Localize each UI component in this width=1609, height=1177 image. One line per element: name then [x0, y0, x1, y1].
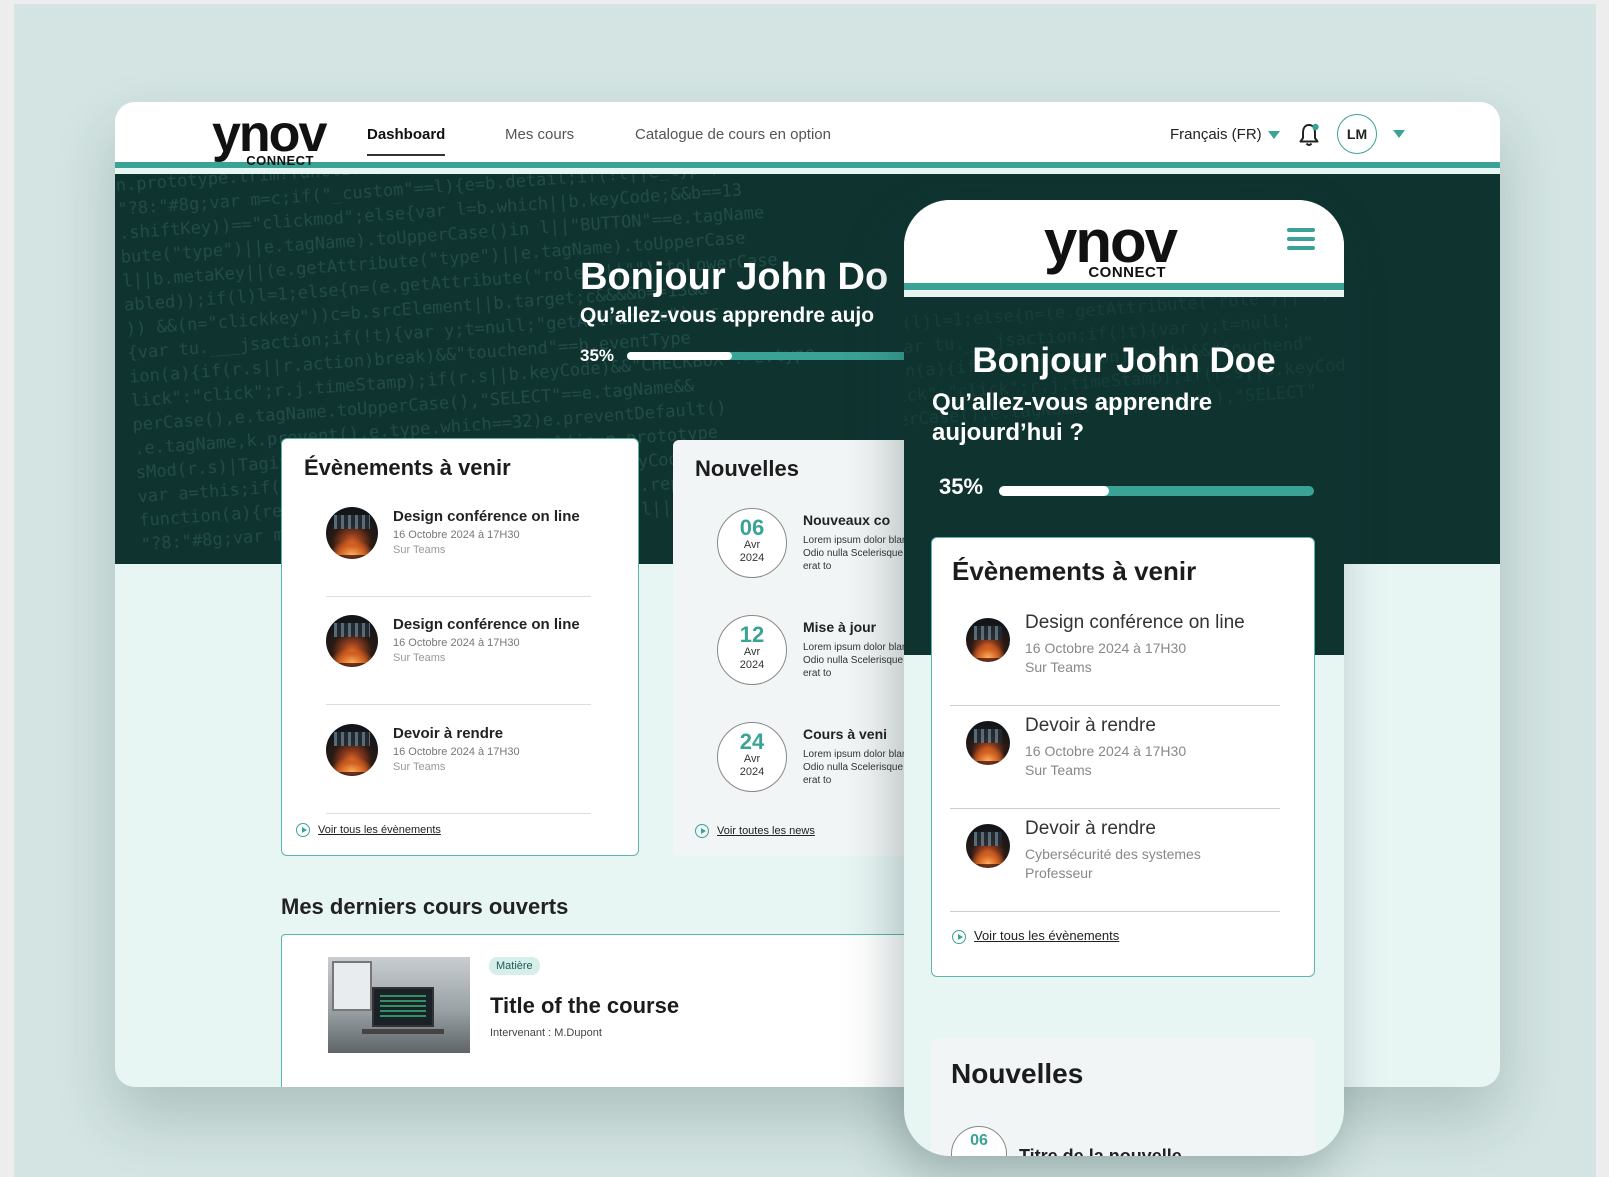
- event-location: Sur Teams: [393, 544, 446, 556]
- event-location: Sur Teams: [1025, 762, 1092, 778]
- news-date-badge: 12 Avr 2024: [717, 615, 787, 685]
- play-circle-icon: [952, 929, 966, 944]
- event-title: Design conférence on line: [393, 616, 580, 633]
- top-navigation-bar: ynov CONNECT Dashboard Mes cours Catalog…: [115, 102, 1500, 168]
- ynov-connect-logo[interactable]: ynov CONNECT: [1044, 212, 1178, 281]
- nav-tab-dashboard[interactable]: Dashboard: [367, 126, 446, 156]
- see-all-events-link[interactable]: Voir tous les évènements: [952, 928, 1119, 944]
- see-all-news-link[interactable]: Voir toutes les news: [695, 824, 815, 838]
- language-selector[interactable]: Français (FR): [1170, 126, 1280, 143]
- mobile-events-title: Évènements à venir: [952, 556, 1197, 586]
- nav-tab-catalogue[interactable]: Catalogue de cours en option: [635, 126, 831, 143]
- course-subject-badge: Matière: [489, 957, 540, 975]
- news-title: Nouveaux co: [803, 512, 891, 528]
- event-title: Devoir à rendre: [1025, 818, 1156, 839]
- course-card[interactable]: Matière Title of the course Intervenant …: [281, 934, 981, 1087]
- greeting-title: Bonjour John Do: [580, 256, 889, 298]
- event-date: 16 Octobre 2024 à 17H30: [393, 746, 520, 758]
- caret-down-icon[interactable]: [1393, 130, 1405, 138]
- mobile-news-card: Nouvelles 06 Titre de la nouvelle: [931, 1038, 1315, 1156]
- progress-bar: [627, 352, 927, 360]
- event-thumbnail: [966, 721, 1010, 765]
- event-thumbnail: [966, 824, 1010, 868]
- event-role: Professeur: [1025, 865, 1093, 881]
- recent-courses-title: Mes derniers cours ouverts: [281, 894, 569, 919]
- user-avatar[interactable]: LM: [1337, 114, 1377, 154]
- bell-icon[interactable]: [1297, 122, 1321, 148]
- event-item[interactable]: Design conférence on line 16 Octobre 202…: [950, 602, 1280, 706]
- course-teacher: Intervenant : M.Dupont: [490, 1027, 602, 1039]
- mobile-dashboard-mockup: ynov CONNECT if(l)l=1;else{n=(e.getAttri…: [904, 200, 1344, 1156]
- news-title: Cours à veni: [803, 726, 888, 742]
- event-item[interactable]: Devoir à rendre 16 Octobre 2024 à 17H30 …: [326, 714, 591, 814]
- event-location: Sur Teams: [393, 761, 446, 773]
- mobile-news-title: Nouvelles: [951, 1058, 1084, 1089]
- event-thumbnail: [326, 615, 378, 667]
- event-thumbnail: [966, 618, 1010, 662]
- greeting-subtitle: Qu’allez-vous apprendre aujo: [580, 304, 875, 327]
- events-card-title: Évènements à venir: [304, 455, 511, 480]
- nav-tab-mes-cours[interactable]: Mes cours: [505, 126, 574, 143]
- event-item[interactable]: Design conférence on line 16 Octobre 202…: [326, 497, 591, 597]
- mobile-greeting-subtitle: Qu’allez-vous apprendre aujourd’hui ?: [932, 389, 1213, 446]
- event-item[interactable]: Devoir à rendre 16 Octobre 2024 à 17H30 …: [950, 705, 1280, 809]
- play-circle-icon: [296, 823, 310, 837]
- event-title: Design conférence on line: [393, 508, 580, 525]
- mobile-progress-percent: 35%: [939, 474, 984, 499]
- event-location: Sur Teams: [393, 652, 446, 664]
- course-thumbnail: [328, 957, 470, 1053]
- event-date: 16 Octobre 2024 à 17H30: [393, 637, 520, 649]
- event-location: Sur Teams: [1025, 659, 1092, 675]
- news-card-title: Nouvelles: [695, 456, 799, 481]
- course-title: Title of the course: [490, 993, 680, 1018]
- caret-down-icon: [1267, 131, 1280, 140]
- event-thumbnail: [326, 724, 378, 776]
- events-card: Évènements à venir Design conférence on …: [281, 438, 639, 856]
- hamburger-menu-icon[interactable]: [1287, 228, 1315, 250]
- news-title: Mise à jour: [803, 619, 877, 635]
- event-item[interactable]: Design conférence on line 16 Octobre 202…: [326, 605, 591, 705]
- event-title: Devoir à rendre: [1025, 715, 1156, 736]
- event-item[interactable]: Devoir à rendre Cybersécurité des system…: [950, 808, 1280, 912]
- event-thumbnail: [326, 507, 378, 559]
- event-date: 16 Octobre 2024 à 17H30: [1025, 640, 1187, 656]
- mobile-progress-bar-fill: [999, 486, 1110, 496]
- mobile-top-bar: ynov CONNECT: [904, 200, 1344, 290]
- news-date-badge: 24 Avr 2024: [717, 722, 787, 792]
- play-circle-icon: [695, 824, 709, 838]
- showcase-stage: ynov CONNECT Dashboard Mes cours Catalog…: [14, 4, 1596, 1177]
- mobile-events-card: Évènements à venir Design conférence on …: [931, 537, 1315, 977]
- event-course: Cybersécurité des systemes: [1025, 846, 1201, 862]
- event-date: 16 Octobre 2024 à 17H30: [393, 529, 520, 541]
- news-date-badge: 06: [951, 1126, 1007, 1156]
- mobile-greeting-title: Bonjour John Doe: [972, 341, 1276, 380]
- see-all-events-link[interactable]: Voir tous les évènements: [296, 823, 441, 837]
- news-date-badge: 06 Avr 2024: [717, 508, 787, 578]
- mobile-progress-bar: [999, 486, 1314, 496]
- language-label: Français (FR): [1170, 126, 1262, 143]
- event-date: 16 Octobre 2024 à 17H30: [1025, 743, 1187, 759]
- event-title: Devoir à rendre: [393, 725, 504, 742]
- progress-percent: 35%: [580, 346, 615, 365]
- ynov-connect-logo[interactable]: ynov CONNECT: [212, 108, 327, 167]
- progress-bar-fill: [627, 352, 732, 360]
- news-title[interactable]: Titre de la nouvelle: [1019, 1146, 1182, 1156]
- event-title: Design conférence on line: [1025, 612, 1245, 633]
